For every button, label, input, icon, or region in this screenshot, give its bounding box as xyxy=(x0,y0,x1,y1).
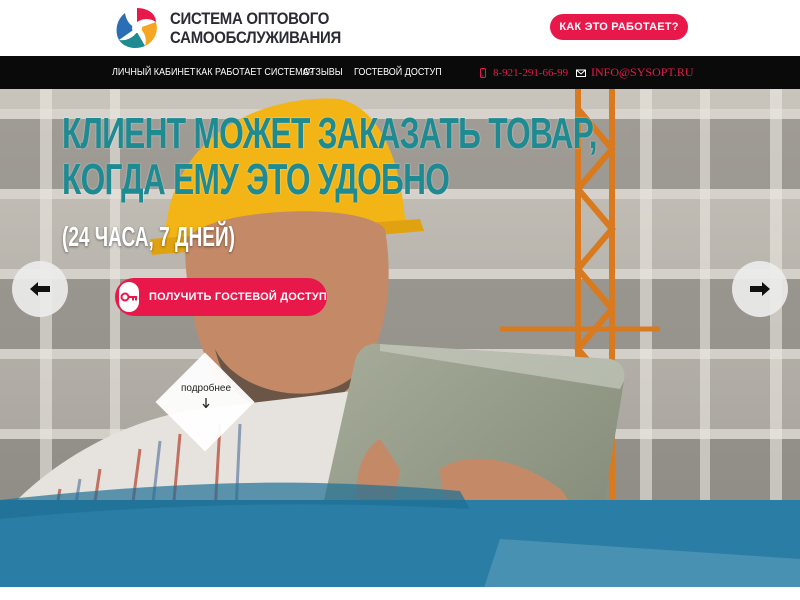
guest-access-label: ПОЛУЧИТЬ ГОСТЕВОЙ ДОСТУП xyxy=(149,291,327,303)
arrow-down-icon xyxy=(202,398,210,408)
slider-next-button[interactable] xyxy=(732,261,788,317)
slider-prev-button[interactable] xyxy=(12,261,68,317)
logo-line-2: САМООБСЛУЖИВАНИЯ xyxy=(170,28,341,47)
hero-subheading: (24 ЧАСА, 7 ДНЕЙ) xyxy=(62,221,235,252)
email-address: INFO@SYSOPT.RU xyxy=(591,65,694,79)
more-link[interactable]: подробнее xyxy=(166,383,246,408)
phone-icon xyxy=(480,67,486,78)
how-it-works-button[interactable]: КАК ЭТО РАБОТАЕТ? xyxy=(550,14,688,40)
phone-link[interactable]: 8-921-291-66-99 xyxy=(478,56,568,89)
more-label: подробнее xyxy=(180,383,232,394)
guest-access-button[interactable]: ПОЛУЧИТЬ ГОСТЕВОЙ ДОСТУП xyxy=(115,278,327,316)
main-nav: ЛИЧНЫЙ КАБИНЕТ КАК РАБОТАЕТ СИСТЕМА? ОТЗ… xyxy=(0,56,800,89)
logo-text: СИСТЕМА ОПТОВОГО САМООБСЛУЖИВАНИЯ xyxy=(170,9,341,47)
nav-item-cabinet[interactable]: ЛИЧНЫЙ КАБИНЕТ xyxy=(112,56,195,89)
hero-headline-line-1: КЛИЕНТ МОЖЕТ ЗАКАЗАТЬ ТОВАР, xyxy=(62,109,598,158)
logo-mark-icon xyxy=(116,8,157,48)
email-link[interactable]: INFO@SYSOPT.RU xyxy=(576,56,694,89)
phone-number: 8-921-291-66-99 xyxy=(493,66,569,79)
next-section-heading: КАК ЭТО РАБОТАЕТ? xyxy=(80,585,720,600)
mail-icon xyxy=(576,69,586,77)
logo-line-1: СИСТЕМА ОПТОВОГО xyxy=(170,9,330,28)
nav-item-how-system-works[interactable]: КАК РАБОТАЕТ СИСТЕМА? xyxy=(196,56,314,89)
top-header: СИСТЕМА ОПТОВОГО САМООБСЛУЖИВАНИЯ КАК ЭТ… xyxy=(0,0,800,56)
hero-headline: КЛИЕНТ МОЖЕТ ЗАКАЗАТЬ ТОВАР, КОГДА ЕМУ Э… xyxy=(62,109,598,204)
arrow-left-icon xyxy=(30,282,50,296)
hero-headline-line-2: КОГДА ЕМУ ЭТО УДОБНО xyxy=(62,155,450,204)
nav-item-guest-access[interactable]: ГОСТЕВОЙ ДОСТУП xyxy=(354,56,442,89)
arrow-right-icon xyxy=(750,282,770,296)
key-icon xyxy=(119,282,140,312)
nav-item-reviews[interactable]: ОТЗЫВЫ xyxy=(303,56,343,89)
logo[interactable]: СИСТЕМА ОПТОВОГО САМООБСЛУЖИВАНИЯ xyxy=(112,4,352,52)
hero-slider: КЛИЕНТ МОЖЕТ ЗАКАЗАТЬ ТОВАР, КОГДА ЕМУ Э… xyxy=(0,89,800,600)
